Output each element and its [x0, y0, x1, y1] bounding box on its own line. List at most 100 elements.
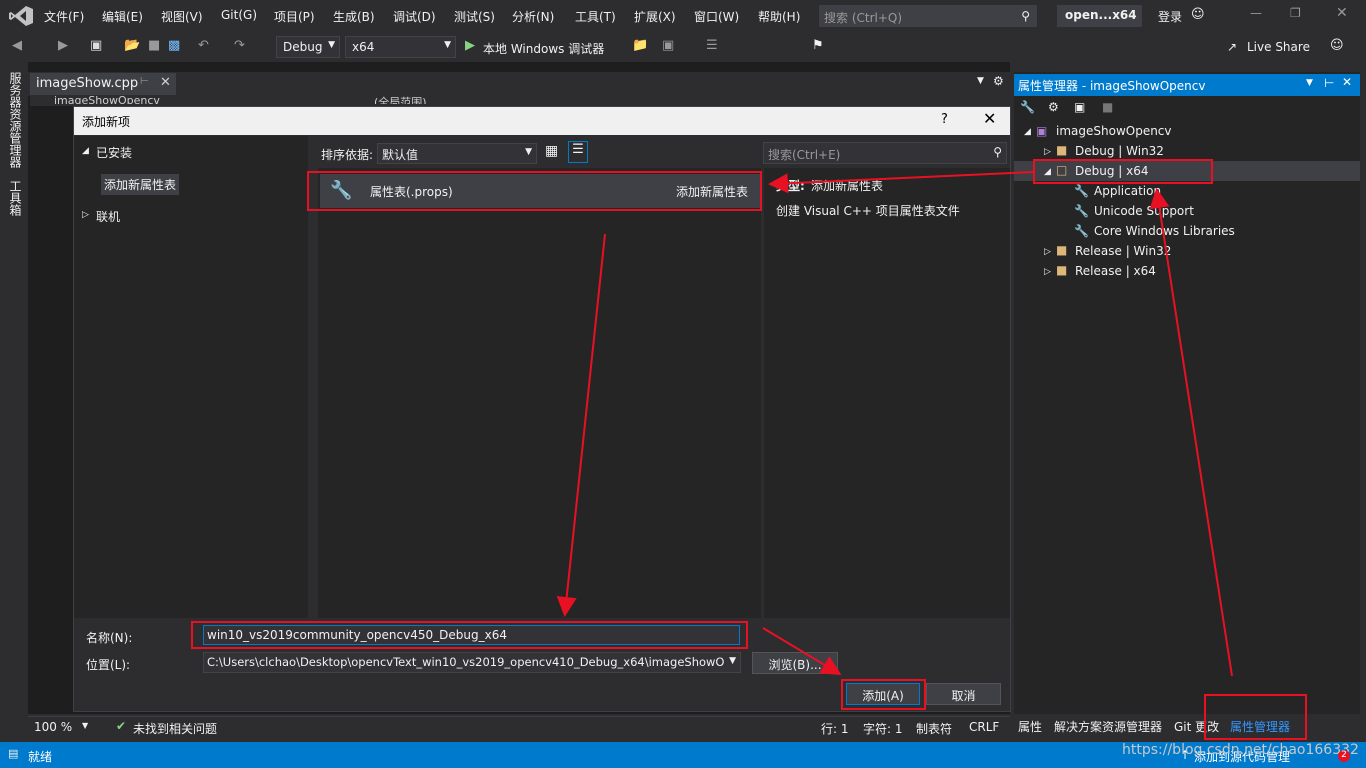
menu-tools[interactable]: 工具(T): [575, 8, 616, 25]
browse-button[interactable]: 浏览(B)...: [752, 652, 838, 674]
sign-in-link[interactable]: 登录: [1158, 8, 1182, 25]
undo-icon[interactable]: ↶: [198, 38, 209, 53]
menu-debug[interactable]: 调试(D): [393, 8, 436, 25]
line-number: 行: 1: [821, 722, 849, 736]
menu-build[interactable]: 生成(B): [333, 8, 375, 25]
tree-core-windows-libraries[interactable]: Core Windows Libraries: [1094, 224, 1235, 238]
toolbox-tab[interactable]: 工具箱: [7, 180, 24, 216]
user-add-icon[interactable]: ☺: [1191, 7, 1205, 22]
menu-git[interactable]: Git(G): [221, 8, 257, 22]
gear-icon[interactable]: ⚙: [993, 74, 1004, 88]
notification-badge[interactable]: 2: [1338, 750, 1350, 762]
comment-icon[interactable]: ☰: [706, 38, 718, 53]
feedback-icon[interactable]: ☺: [1330, 38, 1344, 53]
live-share-button[interactable]: Live Share: [1247, 40, 1310, 54]
collapse-icon[interactable]: ▷: [1044, 147, 1051, 157]
document-tab[interactable]: imageShow.cpp ⊢ ✕: [30, 73, 176, 95]
chevron-down-icon[interactable]: ▼: [82, 721, 88, 730]
open-folder-icon[interactable]: 📂: [124, 38, 140, 53]
server-explorer-tab[interactable]: 服务器资源管理器: [7, 72, 24, 168]
tree-online[interactable]: 联机: [96, 208, 120, 225]
chevron-down-icon: ▼: [444, 40, 451, 50]
expand-icon[interactable]: ◢: [82, 146, 89, 156]
add-property-sheet-icon[interactable]: ⚙: [1048, 100, 1059, 114]
menu-analyze[interactable]: 分析(N): [512, 8, 554, 25]
dialog-titlebar: 添加新项 ? ✕: [74, 107, 1010, 135]
tab-solution-explorer[interactable]: 解决方案资源管理器: [1054, 718, 1162, 735]
tab-list-chevron-icon[interactable]: ▼: [977, 76, 984, 86]
line-ending[interactable]: CRLF: [969, 720, 999, 734]
annotation-box-template: [307, 171, 762, 211]
forward-icon[interactable]: ▶: [58, 38, 68, 53]
template-search-input[interactable]: 搜索(Ctrl+E) ⚲: [763, 142, 1007, 164]
folder-search-icon[interactable]: 📁: [632, 38, 648, 53]
tab-properties[interactable]: 属性: [1018, 718, 1042, 735]
visual-studio-logo-icon: [9, 6, 33, 26]
annotation-box-property-manager-tab: [1204, 694, 1307, 740]
new-project-icon[interactable]: ▣: [90, 38, 102, 53]
tree-release-x64[interactable]: Release | x64: [1075, 264, 1156, 278]
tree-release-win32[interactable]: Release | Win32: [1075, 244, 1171, 258]
minimize-icon[interactable]: —: [1250, 6, 1262, 20]
tree-project[interactable]: imageShowOpencv: [1056, 124, 1172, 138]
wrench-icon[interactable]: 🔧: [1020, 100, 1035, 114]
chevron-down-icon: ▼: [328, 40, 335, 50]
menu-project[interactable]: 项目(P): [274, 8, 315, 25]
tree-application[interactable]: Application: [1094, 184, 1161, 198]
menu-extensions[interactable]: 扩展(X): [634, 8, 676, 25]
restore-icon[interactable]: ❐: [1290, 6, 1301, 20]
play-icon[interactable]: ▶: [465, 38, 475, 53]
menu-test[interactable]: 测试(S): [454, 8, 495, 25]
tab-mode[interactable]: 制表符: [916, 720, 952, 737]
tree-category-selected[interactable]: 添加新属性表: [101, 174, 180, 195]
save-icon[interactable]: ■: [148, 38, 160, 53]
tree-unicode-support[interactable]: Unicode Support: [1094, 204, 1194, 218]
back-icon[interactable]: ◀: [12, 38, 22, 53]
list-view-icon[interactable]: ☰: [568, 141, 588, 163]
save-all-icon[interactable]: ▩: [168, 38, 180, 53]
save-icon[interactable]: ■: [1102, 100, 1113, 114]
redo-icon[interactable]: ↷: [234, 38, 245, 53]
project-icon: ▣: [1036, 124, 1048, 138]
close-window-icon[interactable]: ✕: [1336, 5, 1348, 21]
sort-select[interactable]: 默认值 ▼: [377, 143, 537, 164]
nav-scope[interactable]: (全局范围): [374, 94, 427, 104]
menu-file[interactable]: 文件(F): [44, 8, 84, 25]
expand-icon[interactable]: ◢: [1024, 127, 1031, 137]
location-value: C:\Users\clchao\Desktop\opencvText_win10…: [207, 655, 725, 669]
chevron-down-icon[interactable]: ▼: [1306, 78, 1313, 88]
menu-help[interactable]: 帮助(H): [758, 8, 800, 25]
menu-edit[interactable]: 编辑(E): [102, 8, 143, 25]
dialog-help-button[interactable]: ?: [941, 112, 948, 127]
close-panel-icon[interactable]: ✕: [1342, 75, 1352, 89]
tree-installed[interactable]: 已安装: [96, 144, 132, 161]
dialog-close-icon[interactable]: ✕: [983, 109, 996, 128]
bookmark-icon[interactable]: ⚑: [812, 38, 824, 53]
collapse-icon[interactable]: ▷: [1044, 267, 1051, 277]
collapse-icon[interactable]: ▷: [1044, 247, 1051, 257]
grid-view-icon[interactable]: ▦: [545, 143, 558, 159]
close-tab-icon[interactable]: ✕: [160, 75, 171, 90]
location-select[interactable]: C:\Users\clchao\Desktop\opencvText_win10…: [203, 652, 741, 673]
issues-status[interactable]: 未找到相关问题: [133, 720, 217, 737]
add-existing-sheet-icon[interactable]: ▣: [1074, 100, 1085, 114]
nav-project[interactable]: imageShowOpencv: [54, 94, 160, 104]
chevron-down-icon: ▼: [525, 147, 532, 157]
configuration-select[interactable]: Debug ▼: [276, 36, 340, 58]
menu-window[interactable]: 窗口(W): [694, 8, 739, 25]
collapse-icon[interactable]: ▷: [82, 210, 89, 220]
start-debugging-button[interactable]: 本地 Windows 调试器: [483, 40, 604, 57]
tree-debug-win32[interactable]: Debug | Win32: [1075, 144, 1164, 158]
pin-icon[interactable]: ⊢: [1324, 76, 1334, 90]
search-input[interactable]: 搜索 (Ctrl+Q) ⚲: [819, 5, 1037, 27]
type-value: 添加新属性表: [811, 179, 884, 193]
watermark: https://blog.csdn.net/chao166332: [1122, 742, 1359, 758]
pin-icon[interactable]: ⊢: [140, 76, 149, 87]
platform-select[interactable]: x64 ▼: [345, 36, 456, 58]
cancel-button[interactable]: 取消: [926, 683, 1001, 705]
menu-bar: 文件(F) 编辑(E) 视图(V) Git(G) 项目(P) 生成(B) 调试(…: [0, 0, 1366, 32]
menu-view[interactable]: 视图(V): [161, 8, 203, 25]
browse-icon[interactable]: ▣: [662, 38, 674, 53]
sort-value: 默认值: [382, 148, 419, 162]
zoom-level[interactable]: 100 %: [34, 720, 72, 734]
